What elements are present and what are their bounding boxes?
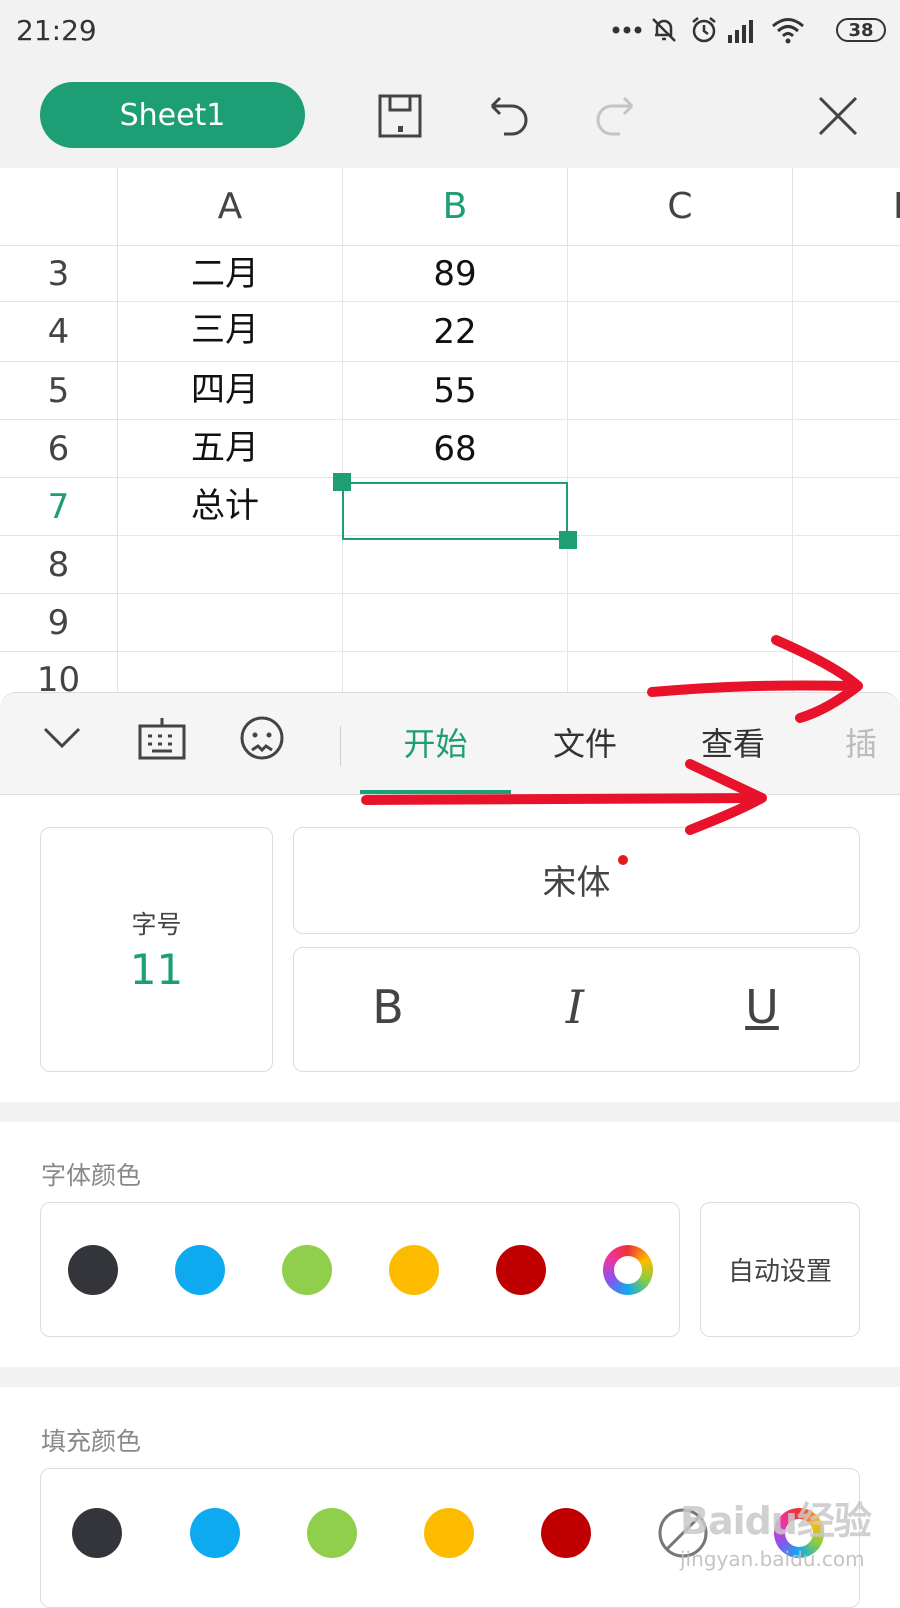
fill-color-title: 填充颜色 bbox=[41, 1427, 142, 1456]
new-badge-dot bbox=[618, 855, 628, 865]
tab-start[interactable]: 开始 bbox=[360, 692, 511, 792]
cell-c6[interactable] bbox=[568, 420, 793, 478]
cell-a4[interactable]: 三月 bbox=[118, 302, 343, 362]
font-color-swatch-green[interactable] bbox=[282, 1245, 332, 1295]
section-separator bbox=[0, 1367, 900, 1387]
cell-d4[interactable] bbox=[793, 302, 900, 362]
cell-b8[interactable] bbox=[343, 536, 568, 594]
font-name-label: 宋体 bbox=[542, 863, 611, 903]
fill-color-swatch-black[interactable] bbox=[72, 1508, 122, 1558]
undo-icon bbox=[490, 96, 528, 136]
cell-c3[interactable] bbox=[568, 246, 793, 302]
cell-c5[interactable] bbox=[568, 362, 793, 420]
keyboard-icon bbox=[138, 718, 186, 760]
wifi-icon bbox=[770, 14, 806, 46]
cell-a5[interactable]: 四月 bbox=[118, 362, 343, 420]
corner-cell[interactable] bbox=[0, 168, 118, 246]
fill-color-swatch-yellow[interactable] bbox=[424, 1508, 474, 1558]
redo-icon bbox=[596, 96, 634, 136]
selection-handle-bottom-right[interactable] bbox=[559, 531, 577, 549]
font-color-swatch-red[interactable] bbox=[496, 1245, 546, 1295]
cell-b9[interactable] bbox=[343, 594, 568, 652]
column-header-c[interactable]: C bbox=[568, 168, 793, 246]
status-bar bbox=[0, 0, 900, 62]
cell-a3[interactable]: 二月 bbox=[118, 246, 343, 302]
cell-c9[interactable] bbox=[568, 594, 793, 652]
alarm-icon bbox=[688, 14, 720, 46]
column-header-a[interactable]: A bbox=[118, 168, 343, 246]
cell-c7[interactable] bbox=[568, 478, 793, 536]
cell-a8[interactable] bbox=[118, 536, 343, 594]
row-header[interactable]: 6 bbox=[0, 420, 118, 478]
active-tab-indicator bbox=[360, 790, 511, 794]
cell-b5[interactable]: 55 bbox=[343, 362, 568, 420]
close-button[interactable] bbox=[808, 86, 868, 146]
cell-a6[interactable]: 五月 bbox=[118, 420, 343, 478]
undo-button[interactable] bbox=[480, 86, 540, 146]
font-size-label: 字号 bbox=[131, 910, 182, 939]
cell-d9[interactable] bbox=[793, 594, 900, 652]
font-color-swatch-black[interactable] bbox=[68, 1245, 118, 1295]
italic-button[interactable]: I bbox=[535, 980, 615, 1034]
cell-d5[interactable] bbox=[793, 362, 900, 420]
collapse-panel-button[interactable] bbox=[36, 712, 88, 764]
row-header-selected[interactable]: 7 bbox=[0, 478, 118, 536]
row-header[interactable]: 8 bbox=[0, 536, 118, 594]
font-size-value: 11 bbox=[129, 945, 184, 994]
font-color-swatch-blue[interactable] bbox=[175, 1245, 225, 1295]
section-separator bbox=[0, 1102, 900, 1122]
fill-color-swatch-red[interactable] bbox=[541, 1508, 591, 1558]
cell-c4[interactable] bbox=[568, 302, 793, 362]
more-dots-icon bbox=[612, 14, 642, 46]
cell-selection-box bbox=[342, 482, 568, 540]
tab-insert[interactable]: 插 bbox=[845, 692, 900, 792]
cell-b4[interactable]: 22 bbox=[343, 302, 568, 362]
baidu-watermark: Baidu经验 jingyan.baidu.com bbox=[680, 1490, 880, 1585]
row-header[interactable]: 3 bbox=[0, 246, 118, 302]
column-header-b[interactable]: B bbox=[343, 168, 568, 246]
watermark-domain: jingyan.baidu.com bbox=[680, 1547, 865, 1571]
save-icon bbox=[378, 94, 422, 138]
selection-handle-top-left[interactable] bbox=[333, 473, 351, 491]
cell-d6[interactable] bbox=[793, 420, 900, 478]
assistant-button[interactable] bbox=[236, 712, 288, 764]
bold-button[interactable]: B bbox=[348, 980, 428, 1034]
ribbon-divider bbox=[340, 726, 341, 766]
cell-c8[interactable] bbox=[568, 536, 793, 594]
row-header[interactable]: 4 bbox=[0, 302, 118, 362]
font-color-swatch-yellow[interactable] bbox=[389, 1245, 439, 1295]
underline-button[interactable]: U bbox=[722, 980, 802, 1034]
sheet-tab-button[interactable]: Sheet1 bbox=[40, 82, 305, 148]
redo-button[interactable] bbox=[584, 86, 644, 146]
watermark-brand: Baidu经验 bbox=[680, 1499, 872, 1543]
cell-b3[interactable]: 89 bbox=[343, 246, 568, 302]
battery-indicator: 38 bbox=[836, 18, 886, 42]
tab-file[interactable]: 文件 bbox=[520, 692, 650, 792]
assistant-icon bbox=[240, 716, 284, 760]
auto-color-button[interactable]: 自动设置 bbox=[700, 1202, 860, 1337]
signal-icon bbox=[726, 14, 760, 46]
row-header[interactable]: 5 bbox=[0, 362, 118, 420]
cell-d3[interactable] bbox=[793, 246, 900, 302]
row-header[interactable]: 9 bbox=[0, 594, 118, 652]
save-button[interactable] bbox=[370, 86, 430, 146]
fill-color-swatch-blue[interactable] bbox=[190, 1508, 240, 1558]
mute-bell-icon bbox=[648, 14, 680, 46]
cell-a7[interactable]: 总计 bbox=[118, 478, 343, 536]
cell-a9[interactable] bbox=[118, 594, 343, 652]
font-color-palette bbox=[40, 1202, 680, 1337]
keyboard-button[interactable] bbox=[136, 712, 188, 764]
font-color-title: 字体颜色 bbox=[41, 1161, 142, 1190]
fill-color-swatch-green[interactable] bbox=[307, 1508, 357, 1558]
tab-view[interactable]: 查看 bbox=[668, 692, 798, 792]
cell-d7[interactable] bbox=[793, 478, 900, 536]
cell-b6[interactable]: 68 bbox=[343, 420, 568, 478]
font-color-picker-icon[interactable] bbox=[603, 1245, 653, 1295]
close-icon bbox=[818, 96, 858, 136]
spreadsheet-grid[interactable]: A B C D 3 二月 89 4 三月 22 5 四月 55 6 五月 68 … bbox=[0, 168, 900, 698]
chevron-down-icon bbox=[43, 727, 81, 749]
column-header-d[interactable]: D bbox=[793, 168, 900, 246]
status-time: 21:29 bbox=[16, 14, 97, 47]
cell-d8[interactable] bbox=[793, 536, 900, 594]
